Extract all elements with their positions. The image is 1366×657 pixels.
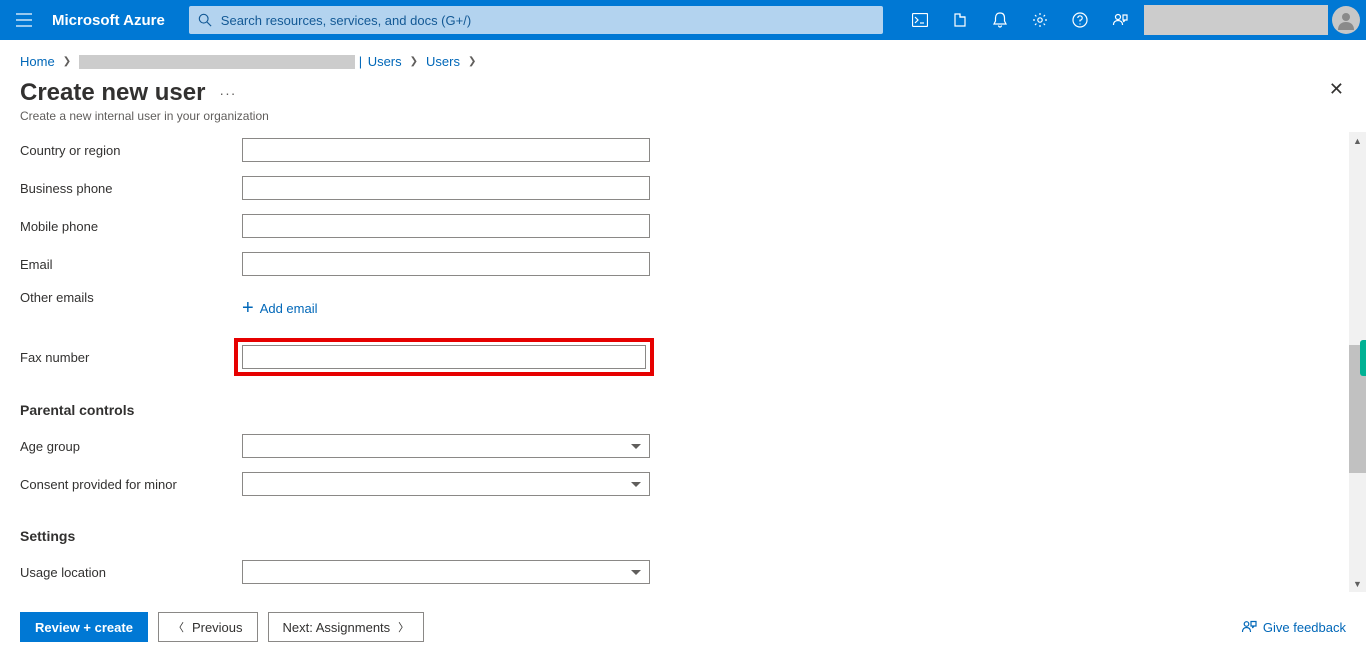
hamburger-menu-button[interactable] <box>0 0 48 40</box>
chevron-right-icon: 〉 <box>398 619 409 635</box>
fax-input[interactable] <box>242 345 646 369</box>
add-email-label: Add email <box>260 301 318 316</box>
more-actions-button[interactable]: ··· <box>219 85 236 101</box>
label-fax: Fax number <box>20 350 242 365</box>
next-assignments-button[interactable]: Next: Assignments〉 <box>268 612 425 642</box>
previous-button[interactable]: 〈Previous <box>158 612 258 642</box>
review-create-button[interactable]: Review + create <box>20 612 148 642</box>
section-parental-controls: Parental controls <box>20 402 1328 418</box>
close-icon[interactable]: ✕ <box>1329 79 1344 100</box>
side-feedback-tab[interactable] <box>1360 340 1366 376</box>
chevron-down-icon <box>631 482 641 487</box>
crumb-users-1[interactable]: Users <box>368 54 402 69</box>
scroll-up-arrow-icon[interactable]: ▲ <box>1349 132 1366 149</box>
chevron-right-icon: ❯ <box>63 56 71 67</box>
top-toolbar <box>900 0 1140 40</box>
crumb-redacted[interactable] <box>79 55 355 69</box>
section-settings: Settings <box>20 528 1328 544</box>
plus-icon: + <box>242 298 254 318</box>
crumb-home[interactable]: Home <box>20 54 55 69</box>
cloud-shell-icon[interactable] <box>900 0 940 40</box>
brand-label[interactable]: Microsoft Azure <box>48 12 181 29</box>
chevron-down-icon <box>631 570 641 575</box>
page-subtitle: Create a new internal user in your organ… <box>20 109 1346 123</box>
usage-location-select[interactable] <box>242 560 650 584</box>
consent-minor-select[interactable] <box>242 472 650 496</box>
global-search-box[interactable] <box>189 6 883 34</box>
label-country: Country or region <box>20 143 242 158</box>
age-group-select[interactable] <box>242 434 650 458</box>
chevron-down-icon <box>631 444 641 449</box>
give-feedback-link[interactable]: Give feedback <box>1241 619 1346 635</box>
account-name-redacted[interactable] <box>1144 5 1328 35</box>
chevron-left-icon: 〈 <box>173 619 184 635</box>
mobile-phone-input[interactable] <box>242 214 650 238</box>
crumb-users-2[interactable]: Users <box>426 54 460 69</box>
label-mobile-phone: Mobile phone <box>20 219 242 234</box>
directories-icon[interactable] <box>940 0 980 40</box>
chevron-right-icon: ❯ <box>410 56 418 67</box>
fax-highlight-box <box>234 338 654 376</box>
email-input[interactable] <box>242 252 650 276</box>
feedback-icon[interactable] <box>1100 0 1140 40</box>
label-business-phone: Business phone <box>20 181 242 196</box>
label-email: Email <box>20 257 242 272</box>
crumb-separator: | <box>355 54 366 69</box>
breadcrumb: Home ❯ | Users ❯ Users ❯ <box>0 40 1366 75</box>
business-phone-input[interactable] <box>242 176 650 200</box>
global-search-input[interactable] <box>219 12 875 29</box>
settings-gear-icon[interactable] <box>1020 0 1060 40</box>
label-other-emails: Other emails <box>20 290 242 305</box>
form-scroll-area: Country or region Business phone Mobile … <box>20 132 1346 592</box>
chevron-right-icon: ❯ <box>468 56 476 67</box>
label-consent-minor: Consent provided for minor <box>20 477 242 492</box>
scroll-down-arrow-icon[interactable]: ▼ <box>1349 575 1366 592</box>
help-icon[interactable] <box>1060 0 1100 40</box>
top-bar: Microsoft Azure <box>0 0 1366 40</box>
notifications-icon[interactable] <box>980 0 1020 40</box>
label-age-group: Age group <box>20 439 242 454</box>
search-icon <box>197 13 213 27</box>
footer-bar: Review + create 〈Previous Next: Assignme… <box>20 597 1346 657</box>
country-input[interactable] <box>242 138 650 162</box>
avatar[interactable] <box>1332 6 1360 34</box>
feedback-person-icon <box>1241 619 1257 635</box>
add-email-button[interactable]: + Add email <box>242 298 650 318</box>
page-title: Create new user <box>20 79 205 107</box>
label-usage-location: Usage location <box>20 565 242 580</box>
